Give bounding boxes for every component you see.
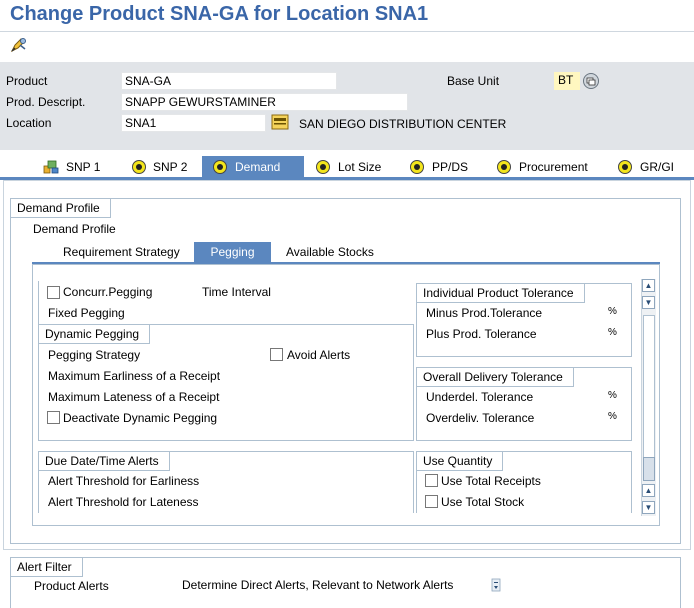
subtab-requirement-strategy[interactable]: Requirement Strategy <box>63 242 180 262</box>
tabstrip: SNP 1 SNP 2 Demand Lot Size PP/DS Procur… <box>0 156 694 178</box>
scroll-page-down-button[interactable]: ▼ <box>642 296 655 309</box>
scroll-up-button[interactable]: ▲ <box>642 279 655 292</box>
fixed-pegging-label: Fixed Pegging <box>48 306 125 320</box>
window-icon <box>583 73 599 89</box>
product-alerts-label: Product Alerts <box>34 579 109 593</box>
tab-grgi[interactable]: GR/GI <box>613 156 694 178</box>
folder-icon <box>271 114 289 130</box>
tab-label: SNP 1 <box>66 160 101 174</box>
tab-lot-size[interactable]: Lot Size <box>311 156 397 178</box>
delivery-tolerance-title: Overall Delivery Tolerance <box>417 368 574 387</box>
tab-label: Demand <box>235 160 281 174</box>
scroll-down-button[interactable]: ▼ <box>642 501 655 514</box>
tab-snp1[interactable]: SNP 1 <box>38 156 120 178</box>
alert-lateness-label: Alert Threshold for Lateness <box>48 495 199 509</box>
location-description: SAN DIEGO DISTRIBUTION CENTER <box>299 117 507 131</box>
use-total-stock-checkbox[interactable] <box>425 495 438 508</box>
individual-tolerance-title: Individual Product Tolerance <box>417 284 585 303</box>
concurr-pegging-label: Concurr.Pegging <box>63 285 153 299</box>
overdeliv-tolerance-label: Overdeliv. Tolerance <box>426 411 535 425</box>
avoid-alerts-label: Avoid Alerts <box>287 348 351 362</box>
use-total-receipts-checkbox[interactable] <box>425 474 438 487</box>
alert-earliness-label: Alert Threshold for Earliness <box>48 474 200 488</box>
base-unit-help-button[interactable] <box>583 73 599 89</box>
pegging-strategy-label: Pegging Strategy <box>48 348 141 362</box>
subtab-pegging[interactable]: Pegging <box>194 242 271 262</box>
plus-tolerance-unit: % <box>608 327 617 338</box>
vertical-scrollbar[interactable]: ▲ ▼ ▲ ▼ <box>641 279 656 516</box>
underdel-tolerance-unit: % <box>608 390 617 401</box>
location-label: Location <box>6 116 52 130</box>
tab-procurement[interactable]: Procurement <box>492 156 604 178</box>
tab-snp2[interactable]: SNP 2 <box>127 156 197 178</box>
tab-label: Lot Size <box>338 160 382 174</box>
tab-label: SNP 2 <box>153 160 188 174</box>
scroll-page-up-button[interactable]: ▲ <box>642 484 655 497</box>
due-date-alerts-title: Due Date/Time Alerts <box>39 452 170 471</box>
product-alerts-value[interactable]: Determine Direct Alerts, Relevant to Net… <box>182 578 453 592</box>
use-total-receipts-label: Use Total Receipts <box>441 474 541 488</box>
radio-icon <box>213 160 227 174</box>
max-earliness-label: Maximum Earliness of a Receipt <box>48 369 221 383</box>
radio-icon <box>316 160 330 174</box>
descr-label: Prod. Descript. <box>6 95 86 109</box>
max-lateness-label: Maximum Lateness of a Receipt <box>48 390 220 404</box>
deactivate-dynamic-label: Deactivate Dynamic Pegging <box>63 411 218 425</box>
demand-profile-label: Demand Profile <box>33 222 116 236</box>
concurr-pegging-checkbox[interactable] <box>47 286 60 299</box>
alert-filter-title: Alert Filter <box>11 558 83 577</box>
dropdown-icon <box>491 578 501 592</box>
minus-tolerance-label: Minus Prod.Tolerance <box>426 306 543 320</box>
demand-profile-group-title: Demand Profile <box>11 199 111 218</box>
tab-demand[interactable]: Demand <box>202 156 304 178</box>
tab-label: PP/DS <box>432 160 469 174</box>
application-toolbar <box>0 31 694 60</box>
underdel-tolerance-label: Underdel. Tolerance <box>426 390 534 404</box>
base-unit-field[interactable]: BT <box>554 72 580 90</box>
deactivate-dynamic-checkbox[interactable] <box>47 411 60 424</box>
subtab-available-stocks[interactable]: Available Stocks <box>286 242 374 262</box>
overdeliv-tolerance-unit: % <box>608 411 617 422</box>
demand-subtabs: Requirement Strategy Pegging Available S… <box>32 242 660 264</box>
scroll-track[interactable] <box>643 315 655 460</box>
product-label: Product <box>6 74 48 88</box>
minus-tolerance-unit: % <box>608 306 617 317</box>
snp-chart-icon <box>43 160 59 174</box>
dynamic-pegging-title: Dynamic Pegging <box>39 325 151 344</box>
scroll-thumb[interactable] <box>643 457 655 481</box>
tab-label: GR/GI <box>640 160 675 174</box>
plus-tolerance-label: Plus Prod. Tolerance <box>426 327 537 341</box>
radio-icon <box>497 160 511 174</box>
use-quantity-title: Use Quantity <box>417 452 504 471</box>
time-interval-label: Time Interval <box>202 285 271 299</box>
base-unit-label: Base Unit <box>447 74 500 88</box>
use-total-stock-label: Use Total Stock <box>441 495 525 509</box>
location-detail-button[interactable] <box>271 113 289 131</box>
radio-icon <box>410 160 424 174</box>
page-title: Change Product SNA-GA for Location SNA1 <box>10 3 429 25</box>
description-field[interactable]: SNAPP GEWURSTAMINER <box>121 93 408 111</box>
product-alerts-dropdown[interactable] <box>491 578 501 592</box>
tab-label: Procurement <box>519 160 588 174</box>
radio-icon <box>618 160 632 174</box>
display-change-button[interactable] <box>8 36 30 56</box>
radio-icon <box>132 160 146 174</box>
avoid-alerts-checkbox[interactable] <box>270 348 283 361</box>
location-field[interactable]: SNA1 <box>121 114 266 132</box>
tab-ppds[interactable]: PP/DS <box>405 156 485 178</box>
product-field[interactable]: SNA-GA <box>121 72 337 90</box>
display-change-icon <box>10 38 26 53</box>
